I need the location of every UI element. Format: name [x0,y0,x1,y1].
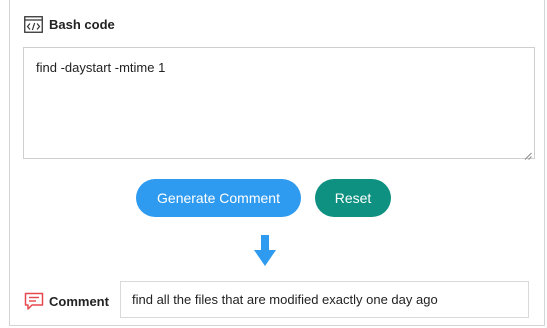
code-icon [24,15,43,33]
comment-title: Comment [49,293,109,309]
bash-code-text: find -daystart -mtime 1 [36,60,166,75]
comment-label: Comment [24,291,109,311]
reset-button[interactable]: Reset [315,179,391,217]
resize-grip-icon[interactable] [524,148,532,160]
comment-icon [24,292,44,311]
code-header-title: Bash code [49,16,115,32]
code-comment-panel: Bash code find -daystart -mtime 1 Genera… [9,0,545,326]
comment-text: find all the files that are modified exa… [132,292,438,307]
bash-code-textarea[interactable]: find -daystart -mtime 1 [23,47,535,160]
comment-output: find all the files that are modified exa… [120,281,529,318]
generate-comment-button[interactable]: Generate Comment [136,179,301,217]
code-header: Bash code [24,15,115,33]
arrow-down-icon [254,235,276,267]
